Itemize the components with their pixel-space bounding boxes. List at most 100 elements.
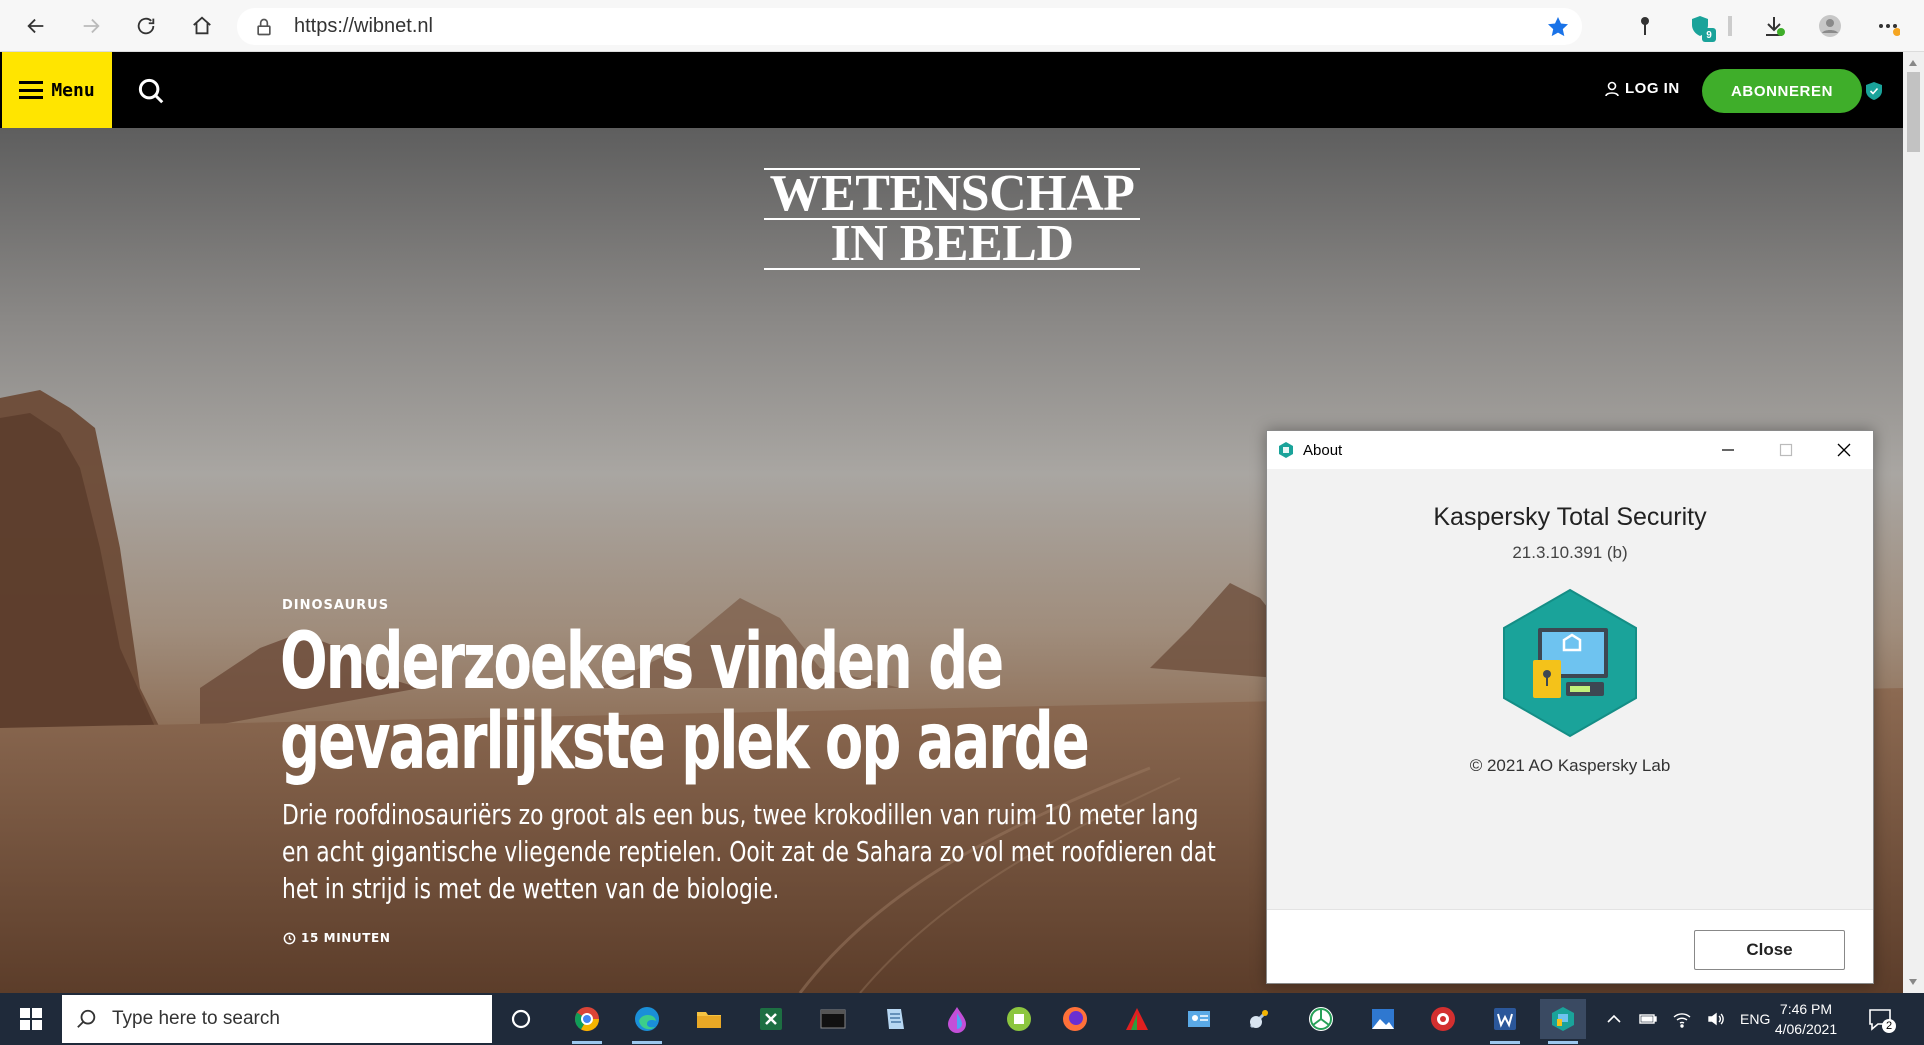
pin-icon bbox=[1641, 17, 1649, 35]
taskbar-mercedes-app[interactable] bbox=[1298, 999, 1344, 1039]
kaspersky-app-icon bbox=[1279, 442, 1293, 458]
dialog-body: Kaspersky Total Security 21.3.10.391 (b)… bbox=[1267, 469, 1873, 909]
notepad-icon bbox=[887, 1009, 904, 1029]
lock-icon bbox=[257, 18, 271, 35]
taskbar-photos[interactable] bbox=[1360, 999, 1406, 1039]
excel-icon bbox=[760, 1008, 782, 1030]
taskbar-notepad[interactable] bbox=[872, 999, 918, 1039]
kaspersky-safe-icon bbox=[1866, 82, 1882, 100]
home-icon bbox=[193, 16, 211, 35]
maximize-button[interactable] bbox=[1757, 431, 1815, 469]
clock-date: 4/06/2021 bbox=[1774, 1021, 1838, 1037]
subscribe-label: ABONNEREN bbox=[1730, 82, 1834, 100]
start-button[interactable] bbox=[0, 993, 62, 1045]
extension-badge: 9 bbox=[1702, 28, 1716, 42]
taskbar-paint-drop[interactable] bbox=[934, 999, 980, 1039]
taskbar-terminal[interactable] bbox=[810, 999, 856, 1039]
taskbar-edge[interactable] bbox=[624, 999, 670, 1044]
taskbar-word[interactable] bbox=[1482, 999, 1528, 1044]
favorite-star-icon[interactable] bbox=[1546, 15, 1570, 39]
site-search-icon[interactable] bbox=[136, 76, 166, 106]
close-icon bbox=[1837, 443, 1851, 457]
browser-menu-button[interactable] bbox=[1872, 10, 1904, 42]
color-drop-icon bbox=[948, 1007, 966, 1033]
maximize-icon bbox=[1779, 443, 1793, 457]
taskbar-search-placeholder: Type here to search bbox=[112, 1008, 280, 1029]
taskbar-search-box[interactable]: Type here to search bbox=[62, 995, 492, 1043]
article-summary: Drie roofdinosauriërs zo groot als een b… bbox=[282, 796, 1216, 907]
page-scrollbar[interactable] bbox=[1903, 52, 1924, 993]
article-headline[interactable]: Onderzoekers vinden de gevaarlijkste ple… bbox=[280, 617, 1090, 787]
browser-toolbar: https://wibnet.nl 9 bbox=[0, 0, 1924, 52]
notification-center-button[interactable]: 2 bbox=[1866, 1005, 1896, 1033]
downloads-button[interactable] bbox=[1758, 10, 1790, 42]
user-icon bbox=[1605, 81, 1619, 96]
avatar-icon bbox=[1819, 15, 1841, 37]
site-header: Menu LOG IN ABONNEREN bbox=[0, 52, 1903, 128]
toolbar-divider bbox=[1728, 16, 1732, 36]
download-icon bbox=[1766, 17, 1785, 36]
taskbar-app-red[interactable] bbox=[1114, 999, 1160, 1039]
more-dots-icon bbox=[1879, 24, 1900, 36]
headline-line-1: Onderzoekers vinden de bbox=[280, 617, 1004, 707]
kaspersky-extension-button[interactable]: 9 bbox=[1684, 10, 1716, 42]
taskbar-satellite[interactable] bbox=[1236, 999, 1282, 1039]
back-button[interactable] bbox=[18, 8, 54, 44]
about-dialog: About Kaspersky Total Security 21.3.10.3… bbox=[1266, 430, 1874, 984]
extension-pin-icon-button[interactable] bbox=[1629, 10, 1661, 42]
task-view-button[interactable] bbox=[498, 999, 544, 1039]
hamburger-icon bbox=[19, 81, 44, 99]
system-tray: ENG bbox=[1604, 993, 1770, 1045]
windows-logo-icon bbox=[20, 1008, 42, 1030]
forward-button[interactable] bbox=[73, 8, 109, 44]
login-link[interactable]: LOG IN bbox=[1605, 80, 1680, 97]
product-version: 21.3.10.391 (b) bbox=[1512, 543, 1628, 562]
folder-icon bbox=[697, 1012, 721, 1028]
system-clock[interactable]: 7:46 PM 4/06/2021 bbox=[1762, 999, 1850, 1039]
scrollbar-thumb[interactable] bbox=[1907, 72, 1920, 152]
article-category[interactable]: DINOSAURUS bbox=[282, 598, 389, 613]
dialog-titlebar[interactable]: About bbox=[1267, 431, 1873, 469]
cortana-circle-icon bbox=[511, 1009, 531, 1029]
taskbar-green-app[interactable] bbox=[996, 999, 1042, 1039]
profile-button[interactable] bbox=[1814, 10, 1846, 42]
menu-button[interactable]: Menu bbox=[2, 52, 112, 128]
close-button[interactable]: Close bbox=[1694, 930, 1845, 970]
taskbar-contact-card[interactable] bbox=[1176, 999, 1222, 1039]
site-logo[interactable]: WETENSCHAP IN BEELD bbox=[764, 168, 1140, 270]
word-icon bbox=[1494, 1008, 1516, 1030]
clock-time: 7:46 PM bbox=[1779, 1001, 1833, 1017]
refresh-button[interactable] bbox=[128, 8, 164, 44]
search-icon bbox=[77, 1009, 96, 1028]
clock-icon bbox=[283, 932, 296, 944]
minimize-icon bbox=[1722, 449, 1734, 451]
close-window-button[interactable] bbox=[1815, 431, 1873, 469]
volume-icon[interactable] bbox=[1706, 1009, 1726, 1029]
firefox-icon bbox=[1063, 1007, 1087, 1031]
subscribe-button[interactable]: ABONNEREN bbox=[1702, 69, 1862, 113]
scroll-up-arrow-icon[interactable] bbox=[1909, 60, 1917, 66]
menu-label: Menu bbox=[51, 79, 95, 101]
taskbar-chrome[interactable] bbox=[564, 999, 610, 1044]
battery-icon[interactable] bbox=[1638, 1009, 1658, 1029]
taskbar-file-explorer[interactable] bbox=[686, 999, 732, 1039]
login-label: LOG IN bbox=[1625, 80, 1680, 97]
forward-arrow-icon bbox=[83, 18, 100, 34]
summary-line-2: en acht gigantische vliegende reptielen.… bbox=[282, 835, 1216, 868]
headline-line-2: gevaarlijkste plek op aarde bbox=[280, 697, 1090, 787]
taskbar-red-app[interactable] bbox=[1420, 999, 1466, 1039]
taskbar-kaspersky[interactable] bbox=[1540, 999, 1586, 1044]
scroll-down-arrow-icon[interactable] bbox=[1909, 979, 1917, 985]
address-bar[interactable]: https://wibnet.nl bbox=[237, 8, 1582, 45]
dialog-footer: Close bbox=[1267, 909, 1873, 983]
tray-chevron-up-icon[interactable] bbox=[1604, 1009, 1624, 1029]
wifi-icon[interactable] bbox=[1672, 1009, 1692, 1029]
taskbar-firefox[interactable] bbox=[1052, 999, 1098, 1039]
red-circle-app-icon bbox=[1431, 1007, 1455, 1031]
home-button[interactable] bbox=[184, 8, 220, 44]
refresh-icon bbox=[137, 17, 155, 35]
taskbar-excel[interactable] bbox=[748, 999, 794, 1039]
product-name: Kaspersky Total Security bbox=[1433, 503, 1707, 531]
screen: https://wibnet.nl 9 Menu LOG IN ABONNERE… bbox=[0, 0, 1924, 1045]
minimize-button[interactable] bbox=[1699, 431, 1757, 469]
